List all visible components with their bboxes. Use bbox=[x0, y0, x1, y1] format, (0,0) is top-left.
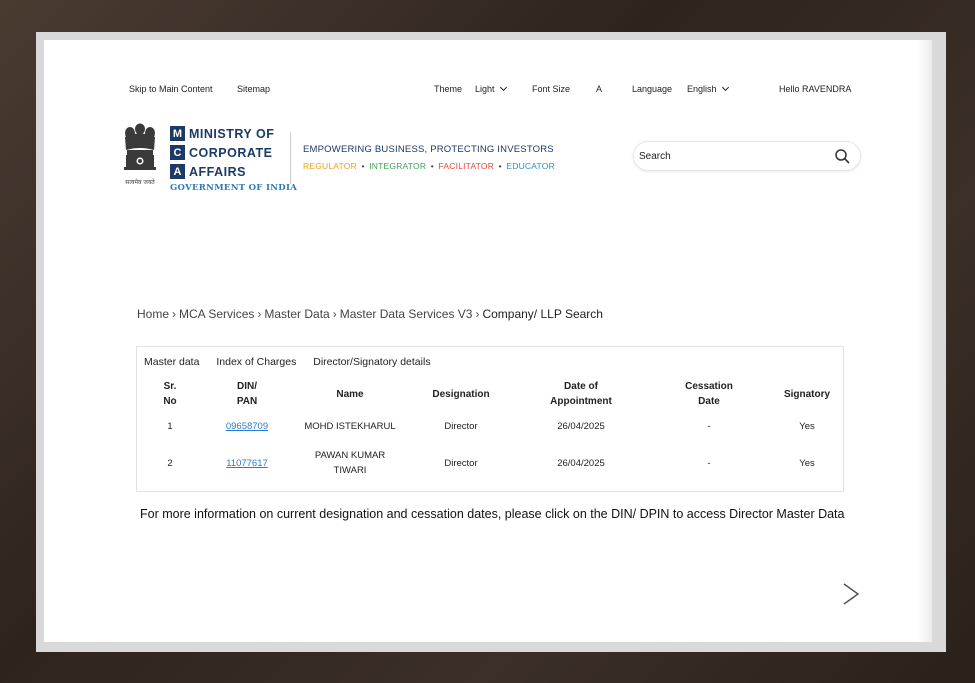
breadcrumb-separator: › bbox=[332, 307, 337, 321]
logo-word-ministry: MINISTRY OF bbox=[189, 126, 275, 141]
table-row: 1 09658709 MOHD ISTEKHARUL Director 26/0… bbox=[137, 411, 845, 441]
cell-designation: Director bbox=[444, 420, 478, 432]
table-header-row: Sr. No DIN/PAN Name Designation Date of Ap… bbox=[137, 377, 845, 411]
theme-label: Theme bbox=[434, 84, 463, 94]
cell-din: 09658709 bbox=[203, 411, 291, 441]
cell-din: 11077617 bbox=[203, 441, 291, 485]
cell-name: PAWAN KUMAR TIWARI bbox=[314, 450, 386, 476]
table-row: 2 11077617 PAWAN KUMAR TIWARI Director 26… bbox=[137, 441, 845, 485]
cell-appointment-date: 26/04/2025 bbox=[557, 420, 605, 432]
role-regulator: REGULATOR bbox=[303, 161, 357, 171]
role-list: REGULATOR • INTEGRATOR • FACILITATOR • E… bbox=[303, 161, 557, 171]
cell-cessation-date: - bbox=[707, 457, 711, 469]
sitemap-link[interactable]: Sitemap bbox=[237, 84, 270, 94]
chevron-down-icon bbox=[499, 83, 507, 92]
cell-designation: Director bbox=[444, 457, 478, 469]
breadcrumb: Home › MCA Services › Master Data › Master Dat… bbox=[137, 307, 603, 321]
tagline: EMPOWERING BUSINESS, PROTECTING INVESTOR… bbox=[303, 144, 554, 155]
search-placeholder: Search bbox=[639, 151, 671, 162]
breadcrumb-separator: › bbox=[172, 307, 177, 321]
search-icon[interactable] bbox=[834, 148, 850, 164]
director-table: Sr. No DIN/PAN Name Designation Date of Ap… bbox=[137, 377, 845, 485]
header-name: Name bbox=[336, 388, 364, 400]
language-value: English bbox=[687, 84, 717, 94]
cell-signatory: Yes bbox=[799, 420, 815, 432]
tab-index-of-charges[interactable]: Index of Charges bbox=[216, 356, 296, 368]
header-sr-no: Sr. No bbox=[163, 381, 177, 407]
breadcrumb-mca-services[interactable]: MCA Services bbox=[179, 307, 254, 321]
header-signatory: Signatory bbox=[783, 388, 831, 400]
page-shadow bbox=[918, 40, 932, 642]
cell-sr-no: 1 bbox=[167, 420, 173, 432]
din-link[interactable]: 09658709 bbox=[226, 421, 268, 432]
header-divider bbox=[290, 132, 291, 184]
cell-name: MOHD ISTEKHARUL bbox=[304, 420, 396, 432]
language-label: Language bbox=[632, 84, 673, 94]
logo-letter-c: C bbox=[170, 145, 185, 160]
breadcrumb-master-data[interactable]: Master Data bbox=[264, 307, 329, 321]
role-integrator: INTEGRATOR bbox=[369, 161, 427, 171]
emblem-caption: सत्यमेव जयते bbox=[125, 178, 155, 186]
breadcrumb-master-data-services[interactable]: Master Data Services V3 bbox=[340, 307, 473, 321]
info-text: For more information on current designat… bbox=[140, 507, 845, 521]
font-size-label: Font Size bbox=[532, 84, 571, 94]
logo-word-corporate: CORPORATE bbox=[189, 145, 273, 160]
skip-to-main-link[interactable]: Skip to Main Content bbox=[129, 84, 213, 94]
chevron-down-icon bbox=[721, 83, 729, 92]
role-educator: EDUCATOR bbox=[506, 161, 555, 171]
header-cessation-date: Cessation Date bbox=[685, 381, 733, 407]
role-separator: • bbox=[498, 161, 502, 171]
cell-sr-no: 2 bbox=[167, 457, 173, 469]
breadcrumb-current: Company/ LLP Search bbox=[482, 307, 603, 321]
screen-page: Skip to Main Content Sitemap Theme Light… bbox=[44, 40, 932, 642]
tab-master-data[interactable]: Master data bbox=[144, 356, 199, 368]
utility-bar: Skip to Main Content Sitemap Theme Light… bbox=[44, 83, 932, 98]
header-designation: Designation bbox=[432, 388, 490, 400]
chevron-right-icon[interactable] bbox=[840, 581, 862, 607]
font-size-button[interactable]: A bbox=[596, 84, 602, 94]
header-din-pan: DIN/PAN bbox=[236, 381, 258, 407]
header-date-of-appointment: Date of Appointment bbox=[550, 381, 612, 407]
breadcrumb-home[interactable]: Home bbox=[137, 307, 169, 321]
theme-value: Light bbox=[475, 84, 495, 94]
cell-cessation-date: - bbox=[707, 420, 711, 432]
theme-select[interactable]: Light bbox=[475, 83, 507, 94]
tab-director-signatory[interactable]: Director/Signatory details bbox=[313, 356, 430, 368]
logo-word-affairs: AFFAIRS bbox=[189, 164, 246, 179]
cell-signatory: Yes bbox=[799, 457, 815, 469]
cell-appointment-date: 26/04/2025 bbox=[557, 457, 605, 469]
language-select[interactable]: English bbox=[687, 83, 729, 94]
logo-letter-a: A bbox=[170, 164, 185, 179]
mca-logo[interactable]: M MINISTRY OF C CORPORATE A AFFAIRS bbox=[170, 124, 274, 181]
role-facilitator: FACILITATOR bbox=[438, 161, 495, 171]
logo-letter-m: M bbox=[170, 126, 185, 141]
national-emblem-icon: सत्यमेव जयते bbox=[124, 123, 156, 186]
din-link[interactable]: 11077617 bbox=[226, 458, 268, 469]
user-greeting[interactable]: Hello RAVENDRA bbox=[779, 84, 851, 94]
tab-bar: Master data Index of Charges Director/Si… bbox=[144, 356, 445, 368]
breadcrumb-separator: › bbox=[475, 307, 480, 321]
director-details-panel: Master data Index of Charges Director/Si… bbox=[136, 346, 844, 492]
role-separator: • bbox=[430, 161, 434, 171]
breadcrumb-separator: › bbox=[257, 307, 262, 321]
government-label: GOVERNMENT OF INDIA bbox=[170, 183, 298, 193]
search-input[interactable]: Search bbox=[633, 141, 861, 171]
role-separator: • bbox=[361, 161, 365, 171]
